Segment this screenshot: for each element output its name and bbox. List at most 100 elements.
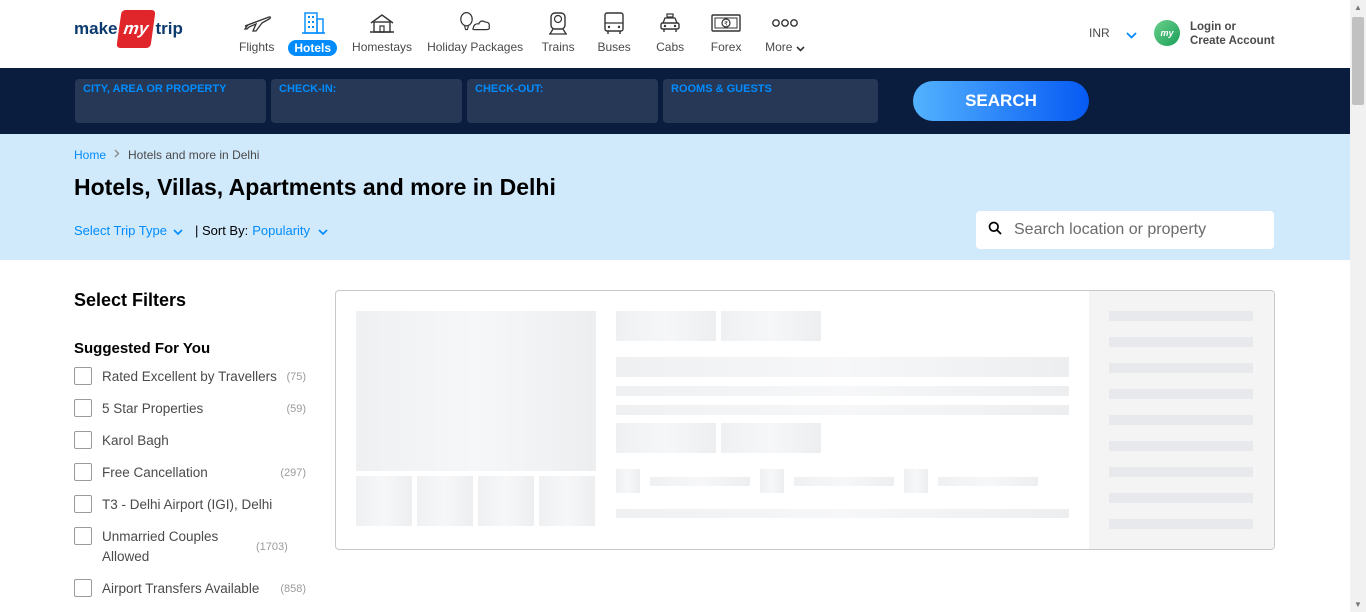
skeleton-line xyxy=(1109,467,1253,477)
makemytrip-logo[interactable]: make my trip xyxy=(74,10,183,48)
nav-cabs[interactable]: Cabs xyxy=(642,10,698,60)
nav-flights-label: Flights xyxy=(239,40,275,54)
chevron-right-icon xyxy=(114,149,120,161)
filter-checkbox[interactable] xyxy=(74,579,92,597)
chevron-down-icon xyxy=(796,41,805,55)
nav-trains-label: Trains xyxy=(541,40,575,54)
filter-checkbox[interactable] xyxy=(74,463,92,481)
skeleton-line xyxy=(650,477,750,486)
filter-label: Airport Transfers Available xyxy=(102,581,260,596)
filters-section-title: Suggested For You xyxy=(74,340,211,357)
currency-selector[interactable]: INR xyxy=(1089,26,1110,40)
nav-homestays[interactable]: Homestays xyxy=(344,10,420,60)
scroll-down-icon[interactable]: ▼ xyxy=(1354,600,1362,609)
trip-type-dropdown[interactable]: Select Trip Type xyxy=(74,223,189,238)
listing-header-band: Home Hotels and more in Delhi Hotels, Vi… xyxy=(0,134,1350,260)
nav-holiday-packages[interactable]: Holiday Packages xyxy=(420,10,530,60)
sort-by-label: | Sort By: xyxy=(194,223,249,238)
skeleton-line xyxy=(616,405,1069,415)
filter-checkbox[interactable] xyxy=(74,431,92,449)
filter-checkbox[interactable] xyxy=(74,399,92,417)
nav-trains[interactable]: Trains xyxy=(530,10,586,60)
nav-cabs-label: Cabs xyxy=(656,40,685,54)
search-icon xyxy=(988,221,1002,240)
filter-count: (59) xyxy=(286,403,306,415)
checkout-field[interactable]: CHECK-OUT: xyxy=(467,79,658,123)
filter-airport-transfers[interactable]: Airport Transfers Available (858) xyxy=(74,579,306,599)
skeleton-line xyxy=(1109,311,1253,321)
checkin-field-label: CHECK-IN: xyxy=(279,83,337,95)
skeleton-icon xyxy=(904,469,928,493)
filter-label: Rated Excellent by Travellers xyxy=(102,369,277,384)
nav-holiday-packages-label: Holiday Packages xyxy=(427,40,524,54)
filter-rated-excellent[interactable]: Rated Excellent by Travellers (75) xyxy=(74,367,306,387)
sort-dropdown[interactable]: Popularity xyxy=(252,223,334,238)
skeleton-title-line xyxy=(616,357,1069,377)
login-button[interactable]: Login or Create Account xyxy=(1190,20,1275,48)
nav-forex[interactable]: ₹ Forex xyxy=(698,10,754,60)
filter-count: (297) xyxy=(280,467,306,479)
filter-karol-bagh[interactable]: Karol Bagh xyxy=(74,431,306,451)
nav-flights[interactable]: Flights xyxy=(232,10,281,60)
login-avatar-icon[interactable]: my xyxy=(1154,20,1180,46)
filter-label: 5 Star Properties xyxy=(102,401,204,416)
forex-icon: ₹ xyxy=(709,10,743,36)
filter-unmarried-couples[interactable]: Unmarried Couples Allowed (1703) xyxy=(74,527,306,567)
page-title: Hotels, Villas, Apartments and more in D… xyxy=(74,174,556,200)
skeleton-line xyxy=(616,386,1069,396)
filter-checkbox[interactable] xyxy=(74,495,92,513)
scroll-up-icon[interactable]: ▲ xyxy=(1354,3,1362,12)
filter-5-star[interactable]: 5 Star Properties (59) xyxy=(74,399,306,419)
filter-checkbox[interactable] xyxy=(74,527,92,545)
hotel-search-bar: CITY, AREA OR PROPERTY CHECK-IN: CHECK-O… xyxy=(0,68,1350,134)
filter-count: (858) xyxy=(280,583,306,595)
hotel-card-skeleton xyxy=(335,290,1275,550)
checkout-field-label: CHECK-OUT: xyxy=(475,83,544,95)
checkin-field[interactable]: CHECK-IN: xyxy=(271,79,462,123)
login-line1: Login or xyxy=(1190,21,1236,33)
filters-title: Select Filters xyxy=(74,290,187,310)
nav-buses[interactable]: Buses xyxy=(586,10,642,60)
skeleton-line xyxy=(1109,415,1253,425)
filter-label: Free Cancellation xyxy=(102,465,208,480)
skeleton-line xyxy=(1109,337,1253,347)
filter-free-cancellation[interactable]: Free Cancellation (297) xyxy=(74,463,306,483)
flight-icon xyxy=(240,10,274,36)
login-line2: Create Account xyxy=(1190,35,1275,47)
filter-checkbox[interactable] xyxy=(74,367,92,385)
filter-list: Rated Excellent by Travellers (75) 5 Sta… xyxy=(74,367,306,599)
rooms-guests-field[interactable]: ROOMS & GUESTS xyxy=(663,79,878,123)
skeleton-thumb xyxy=(539,476,595,526)
homestay-icon xyxy=(365,10,399,36)
skeleton-main-image xyxy=(356,311,596,471)
filter-count: (75) xyxy=(286,371,306,383)
sort-value: Popularity xyxy=(252,223,311,238)
logo-make: make xyxy=(74,19,118,38)
filter-t3-delhi-airport[interactable]: T3 - Delhi Airport (IGI), Delhi xyxy=(74,495,306,515)
filter-label: Unmarried Couples Allowed xyxy=(102,529,219,564)
trip-type-label: Select Trip Type xyxy=(74,223,167,238)
nav-hotels[interactable]: Hotels xyxy=(281,10,344,60)
nav-more-label: More xyxy=(765,40,805,55)
filter-count: (1703) xyxy=(256,541,288,553)
svg-text:₹: ₹ xyxy=(724,21,728,28)
location-search-box[interactable] xyxy=(976,211,1274,249)
breadcrumb: Home Hotels and more in Delhi xyxy=(74,148,259,162)
scrollbar-thumb[interactable] xyxy=(1352,17,1364,105)
rooms-guests-field-label: ROOMS & GUESTS xyxy=(671,83,772,95)
skeleton-icon xyxy=(760,469,784,493)
logo-trip: trip xyxy=(155,19,183,38)
skeleton-tag xyxy=(616,423,716,453)
skeleton-line xyxy=(1109,493,1253,503)
chevron-down-icon[interactable] xyxy=(1126,26,1137,44)
skeleton-tag xyxy=(721,423,821,453)
chevron-down-icon xyxy=(318,223,328,238)
nav-more[interactable]: More xyxy=(754,10,816,60)
nav-hotels-label: Hotels xyxy=(288,40,338,56)
more-icon xyxy=(768,10,802,36)
location-search-input[interactable] xyxy=(1014,221,1254,239)
breadcrumb-home[interactable]: Home xyxy=(74,148,106,162)
city-field[interactable]: CITY, AREA OR PROPERTY xyxy=(75,79,266,123)
skeleton-line xyxy=(1109,363,1253,373)
search-button[interactable]: SEARCH xyxy=(913,81,1089,121)
